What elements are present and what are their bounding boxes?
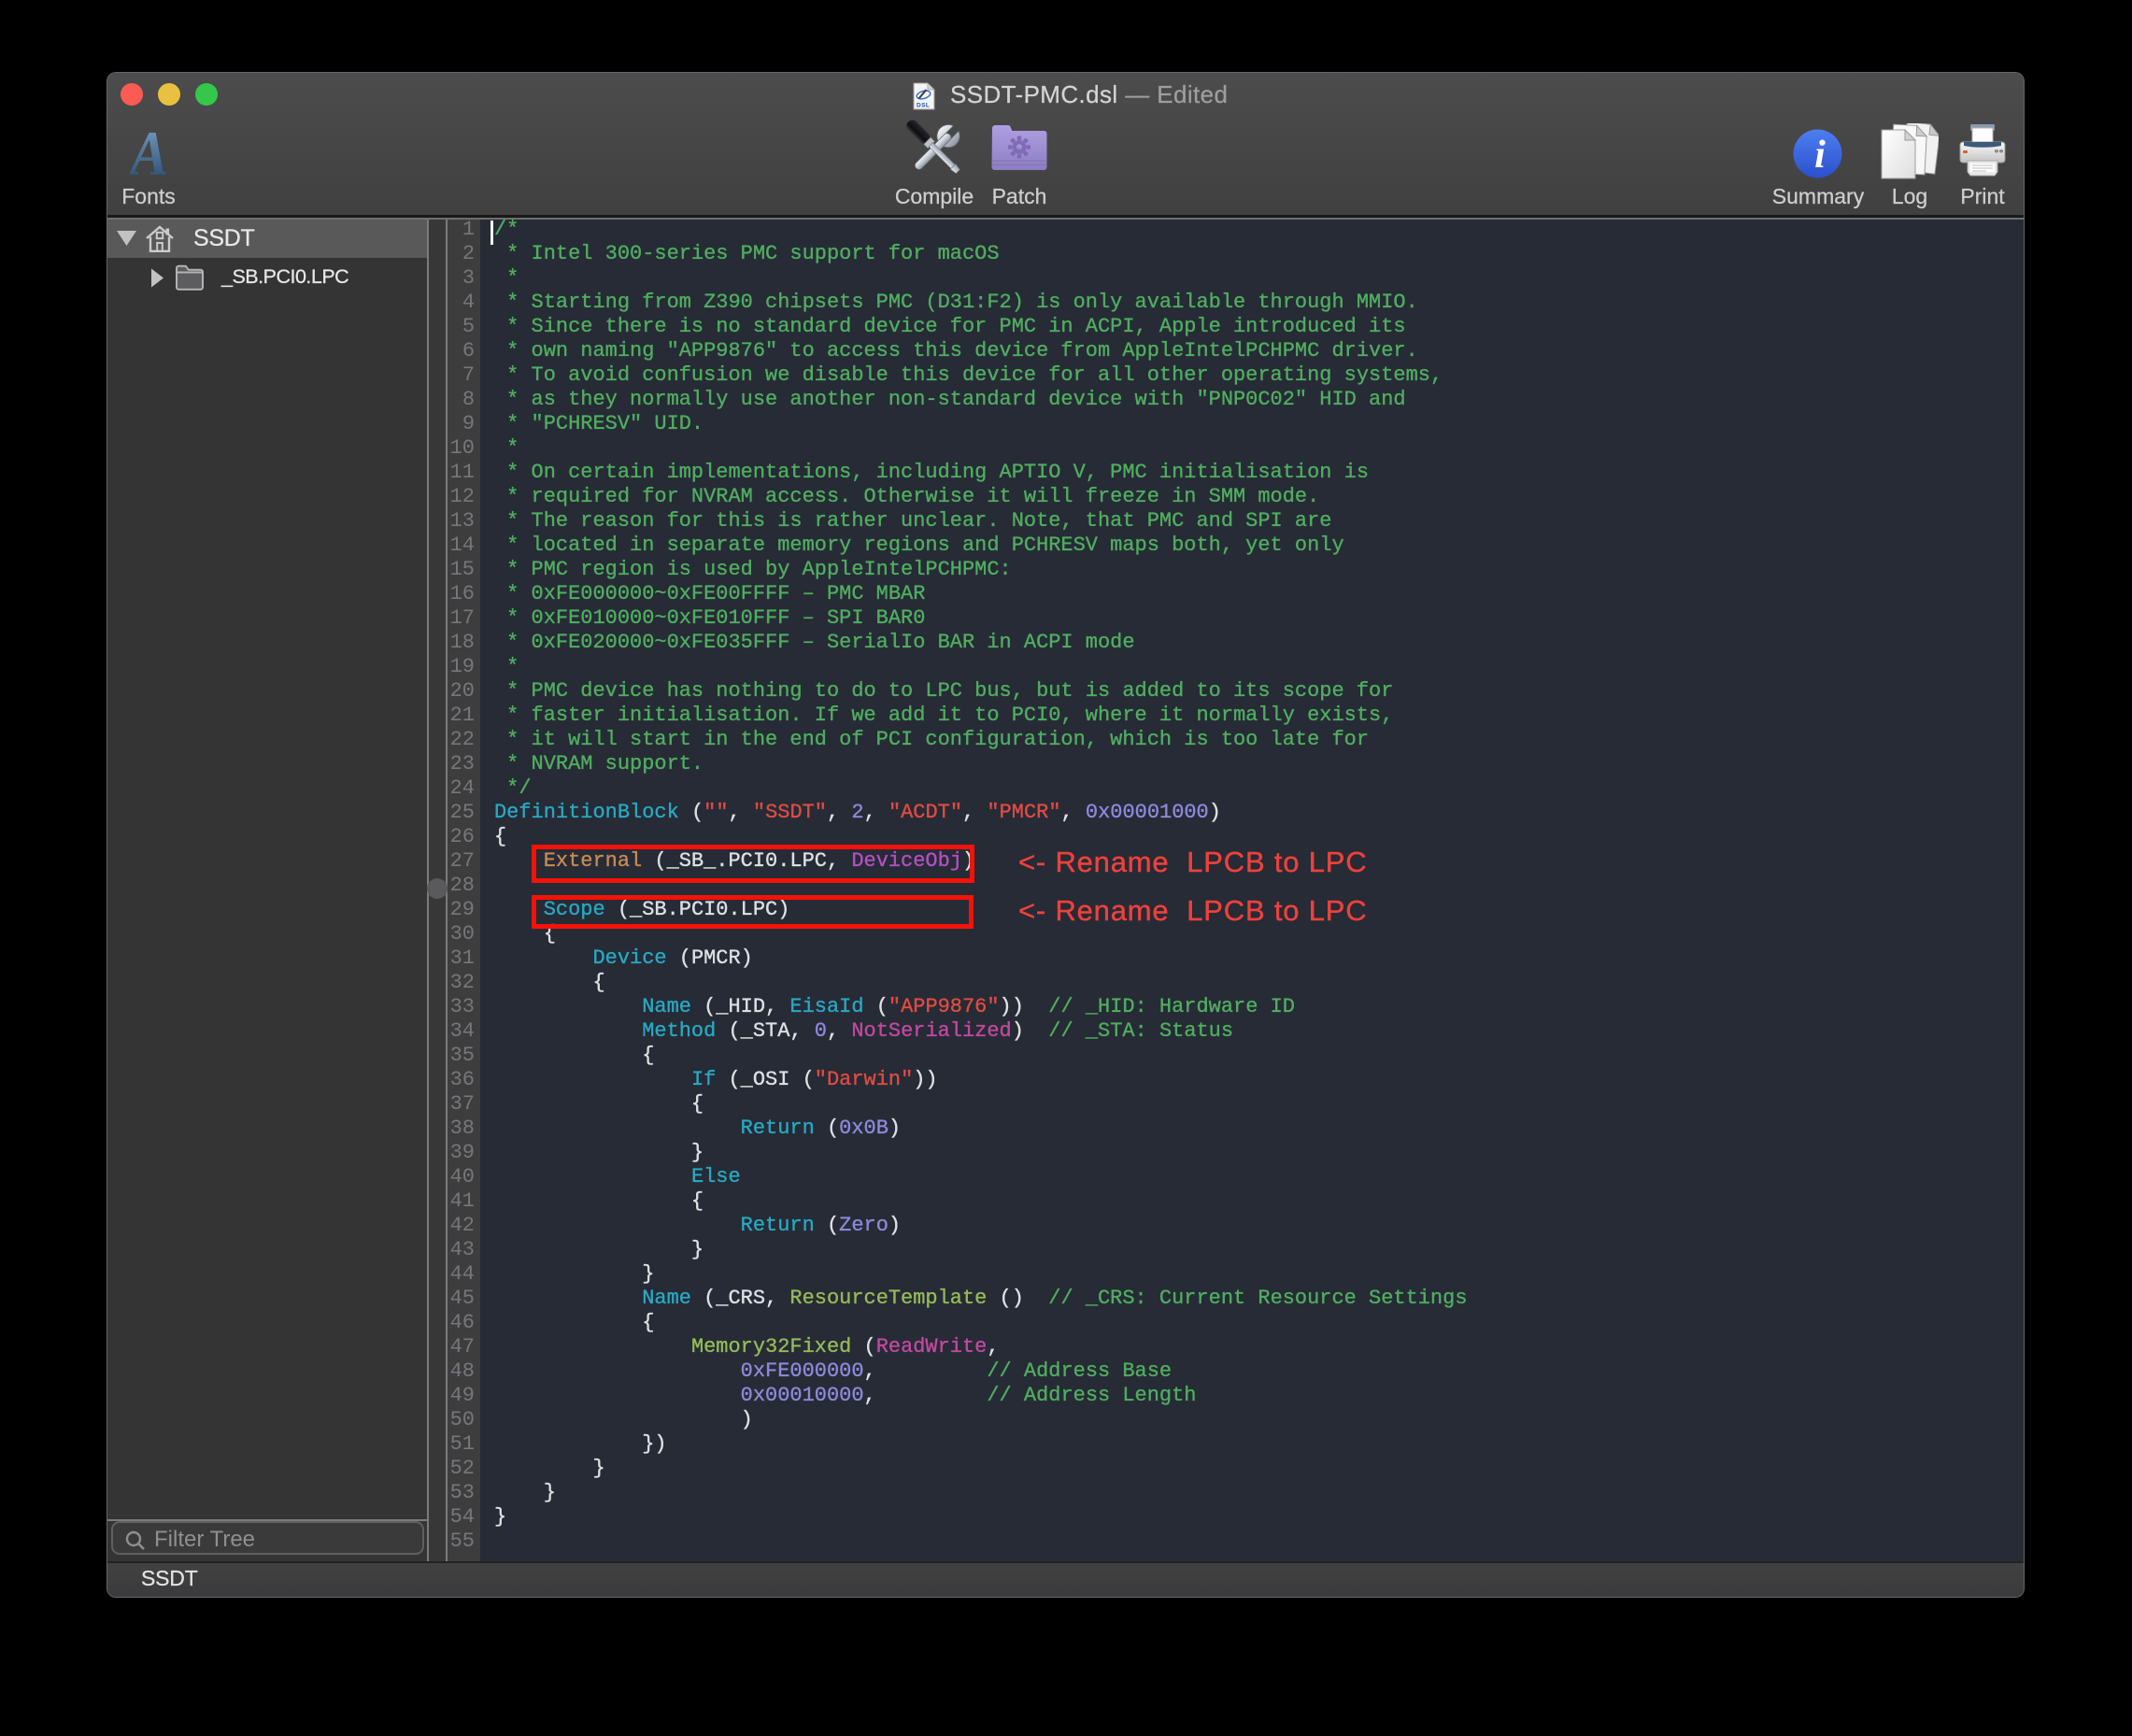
svg-text:i: i xyxy=(1814,134,1826,177)
svg-text:DSL: DSL xyxy=(917,103,930,109)
